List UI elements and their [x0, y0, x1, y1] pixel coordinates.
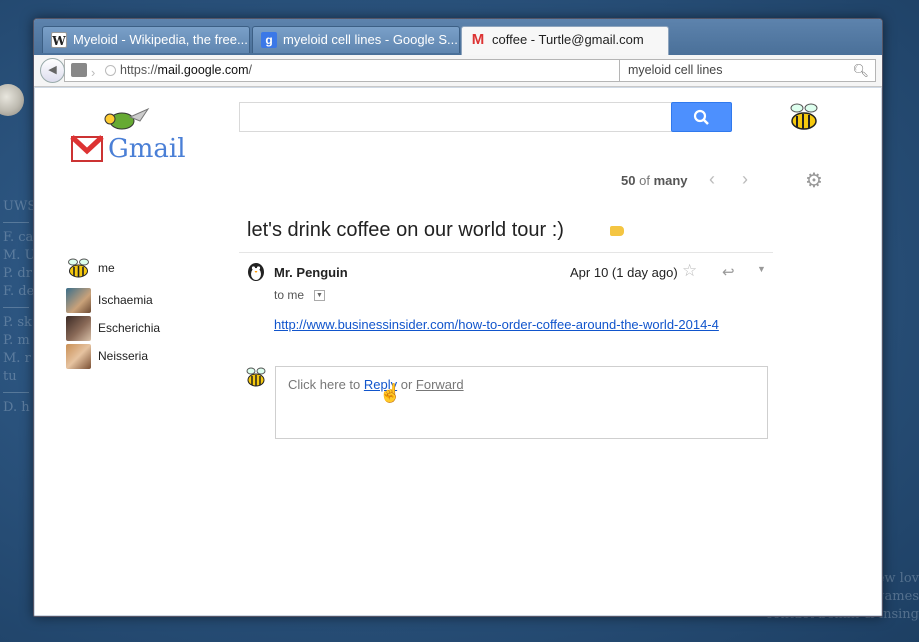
- tab-wikipedia[interactable]: W Myeloid - Wikipedia, the free...: [42, 26, 250, 53]
- message-subject: let's drink coffee on our world tour :): [247, 219, 564, 241]
- photo-avatar: [66, 288, 91, 313]
- desktop-text-line: D. h: [3, 400, 30, 415]
- desktop-text-line: UWS: [3, 199, 37, 214]
- photo-avatar: [66, 344, 91, 369]
- gmail-page: Gmail 50 of many ‹ › ⚙ me Ischaemia Esch…: [35, 88, 881, 615]
- globe-icon: [105, 65, 116, 76]
- url-path: /: [248, 63, 253, 77]
- person-name: me: [98, 261, 115, 275]
- label-tag-icon[interactable]: [610, 226, 624, 236]
- person-name: Escherichia: [98, 321, 161, 335]
- gear-icon[interactable]: ⚙: [805, 168, 823, 193]
- desktop-text-line: tu: [3, 369, 17, 384]
- pager-count: 50 of many: [621, 173, 688, 188]
- reply-prompt: Click here to: [288, 377, 364, 392]
- address-bar[interactable]: › https://mail.google.com/ ↻: [64, 59, 639, 82]
- tab-gmail[interactable]: M coffee - Turtle@gmail.com: [461, 26, 669, 55]
- gmail-icon: M: [471, 31, 485, 48]
- reply-icon[interactable]: ↩: [722, 263, 735, 281]
- google-icon: g: [261, 32, 277, 48]
- account-avatar[interactable]: [787, 100, 821, 134]
- desktop-text-line: M. r: [3, 351, 31, 366]
- message-link[interactable]: http://www.businessinsider.com/how-to-or…: [274, 317, 719, 332]
- show-details-caret[interactable]: ▼: [314, 290, 325, 301]
- pager-of: of: [639, 173, 650, 188]
- pager-current: 50: [621, 173, 636, 188]
- photo-avatar: [66, 316, 91, 341]
- person-name: Neisseria: [98, 349, 149, 363]
- divider: [239, 252, 773, 253]
- hand-cursor-icon: ☝: [379, 383, 402, 403]
- url-host: mail.google.com: [157, 63, 249, 77]
- desktop-wallpaper-text: UWS F. ca M. U P. dr F. de P. sk P. m M.…: [3, 198, 36, 417]
- mail-search-input[interactable]: [239, 102, 673, 132]
- gmail-logo: Gmail: [70, 107, 186, 164]
- person-name: Ischaemia: [98, 293, 153, 307]
- desktop-text-line: F. de: [3, 284, 35, 299]
- message-date: Apr 10 (1 day ago): [570, 265, 678, 280]
- search-mail-button[interactable]: [671, 102, 732, 132]
- pager-total: many: [653, 173, 688, 188]
- penguin-avatar: [248, 263, 264, 281]
- browser-search-input[interactable]: myeloid cell lines 🔍︎: [619, 59, 876, 82]
- tab-label: Myeloid - Wikipedia, the free...: [73, 32, 248, 47]
- url-scheme: https://: [120, 63, 158, 77]
- reply-box[interactable]: Click here to Reply or Forward: [275, 366, 768, 439]
- tab-label: myeloid cell lines - Google S...: [283, 32, 458, 47]
- star-icon[interactable]: ☆: [682, 261, 697, 281]
- forward-link[interactable]: Forward: [416, 377, 464, 392]
- sender-name[interactable]: Mr. Penguin: [274, 265, 348, 280]
- bee-avatar: [246, 367, 266, 387]
- recipient-line: to me: [274, 288, 305, 302]
- tab-google-search[interactable]: g myeloid cell lines - Google S...: [252, 26, 460, 53]
- wikipedia-icon: W: [51, 32, 67, 48]
- page-icon: [71, 63, 87, 77]
- moon-image: [0, 84, 24, 116]
- bee-avatar: [68, 258, 89, 278]
- browser-search-value: myeloid cell lines: [628, 63, 723, 77]
- chevron-left-icon[interactable]: ‹: [709, 169, 715, 190]
- desktop-text-line: M. U: [3, 248, 36, 263]
- chevron-down-icon[interactable]: ▼: [757, 264, 766, 274]
- gmail-logo-text: Gmail: [108, 134, 186, 164]
- search-icon[interactable]: 🔍︎: [852, 60, 869, 81]
- desktop-text-line: P. dr: [3, 266, 32, 281]
- chevron-right-icon[interactable]: ›: [742, 169, 748, 190]
- back-button[interactable]: ◀: [40, 58, 65, 83]
- search-icon: [693, 109, 709, 125]
- desktop-text-line: F. ca: [3, 230, 34, 245]
- desktop-text-line: P. m: [3, 333, 30, 348]
- tab-label: coffee - Turtle@gmail.com: [492, 32, 644, 47]
- browser-window: W Myeloid - Wikipedia, the free... g mye…: [33, 18, 883, 617]
- tab-strip: W Myeloid - Wikipedia, the free... g mye…: [34, 19, 882, 55]
- navigation-bar: › https://mail.google.com/ ↻ ◀ myeloid c…: [34, 55, 882, 87]
- desktop-text-line: P. sk: [3, 315, 32, 330]
- chevron-right-icon: ›: [91, 65, 96, 80]
